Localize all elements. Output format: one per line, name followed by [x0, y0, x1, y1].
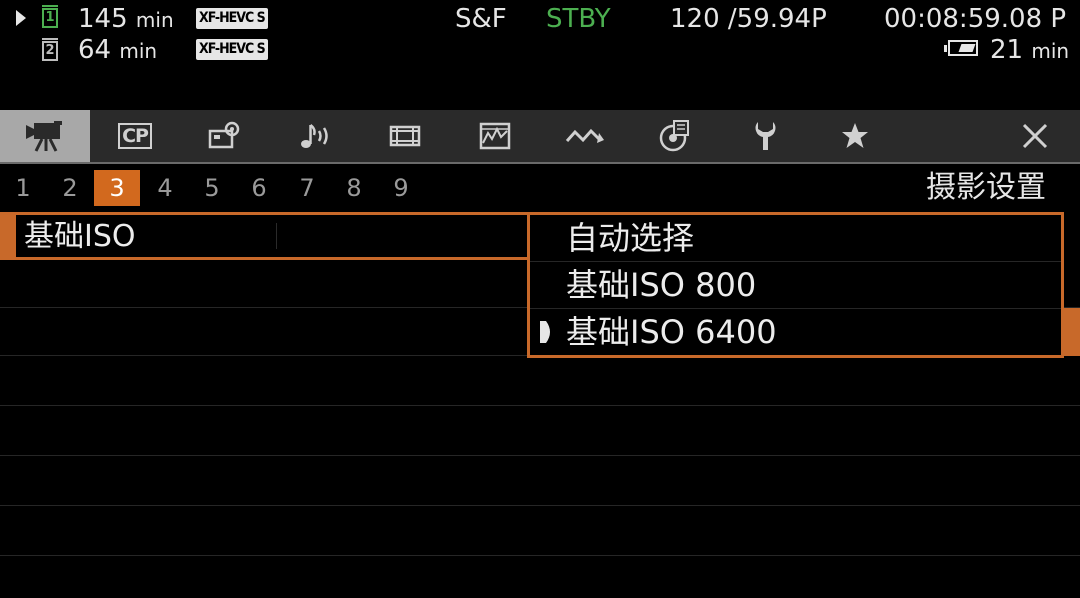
tab-audio[interactable] — [270, 110, 360, 162]
tab-my-menu[interactable] — [810, 110, 900, 162]
tab-camera[interactable] — [0, 110, 90, 162]
option-base-iso-800[interactable]: 基础ISO 800 — [530, 262, 1061, 309]
shooting-mode: S&F — [455, 4, 507, 34]
page-title: 摄影设置 — [926, 170, 1046, 205]
current-setting-icon — [540, 321, 550, 343]
page-2[interactable]: 2 — [47, 170, 93, 206]
status-bar: 1 145 min XF-HEVC S 2 64 min XF-HEVC S S… — [0, 0, 1080, 110]
scroll-indicator — [1064, 308, 1080, 356]
wrench-icon — [755, 122, 776, 150]
tab-recording-media[interactable] — [630, 110, 720, 162]
slot1-remaining-time: 145 min — [78, 4, 174, 34]
slot2-card-icon: 2 — [42, 38, 58, 61]
assistance-display-icon — [479, 122, 511, 150]
tab-video-setup[interactable] — [360, 110, 450, 162]
slot2-codec-badge: XF-HEVC S — [196, 39, 268, 60]
close-icon — [1022, 123, 1048, 149]
slot1-play-arrow-icon — [16, 10, 26, 30]
tab-camera-settings[interactable] — [180, 110, 270, 162]
page-6[interactable]: 6 — [236, 170, 282, 206]
video-setup-icon — [389, 125, 421, 147]
page-8[interactable]: 8 — [331, 170, 377, 206]
option-list: 自动选择 基础ISO 800 基础ISO 6400 — [527, 212, 1064, 358]
tab-system[interactable] — [720, 110, 810, 162]
network-icon — [565, 128, 604, 143]
page-9[interactable]: 9 — [378, 170, 424, 206]
menu-item-base-iso[interactable]: 基础ISO — [0, 212, 530, 260]
close-button[interactable] — [990, 110, 1080, 162]
list-item[interactable] — [0, 508, 1080, 556]
star-icon — [842, 123, 868, 148]
page-3[interactable]: 3 — [94, 170, 140, 206]
tab-assistance[interactable] — [450, 110, 540, 162]
option-base-iso-6400[interactable]: 基础ISO 6400 — [530, 309, 1061, 356]
list-item[interactable] — [0, 458, 1080, 506]
page-selector: 1 2 3 4 5 6 7 8 9 摄影设置 — [0, 164, 1080, 212]
menu-item-label: 基础ISO — [24, 219, 136, 254]
timecode: 00:08:59.08 P — [884, 4, 1067, 34]
battery-remaining: 21 min — [990, 35, 1070, 65]
tab-cp[interactable]: CP — [90, 110, 180, 162]
cp-icon: CP — [118, 123, 152, 149]
slot2-remaining-time: 64 min — [78, 35, 158, 65]
frame-rate: 120 /59.94P — [670, 4, 827, 34]
camera-movie-icon — [26, 121, 62, 152]
tab-network[interactable] — [540, 110, 630, 162]
page-7[interactable]: 7 — [284, 170, 330, 206]
slot1-card-icon: 1 — [42, 5, 58, 28]
page-4[interactable]: 4 — [142, 170, 188, 206]
option-auto-select[interactable]: 自动选择 — [530, 215, 1061, 262]
battery-icon — [944, 40, 978, 56]
menu-tab-bar: CP — [0, 110, 1080, 164]
record-state: STBY — [546, 4, 611, 34]
camera-settings-icon — [208, 121, 240, 149]
page-5[interactable]: 5 — [189, 170, 235, 206]
list-item[interactable] — [0, 408, 1080, 456]
audio-icon — [301, 123, 328, 148]
recording-media-icon — [659, 120, 689, 152]
list-item[interactable] — [0, 358, 1080, 406]
page-1[interactable]: 1 — [0, 170, 46, 206]
slot1-codec-badge: XF-HEVC S — [196, 8, 268, 29]
